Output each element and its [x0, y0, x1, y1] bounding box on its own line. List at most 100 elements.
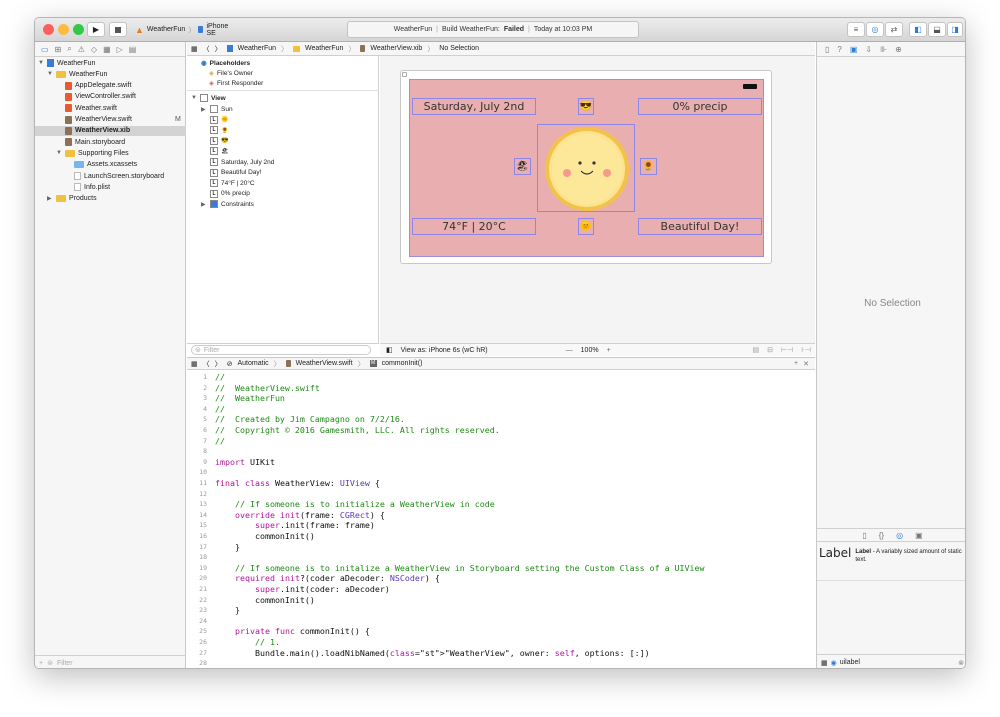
precip-label[interactable]: 0% precip — [638, 98, 762, 115]
debug-icon[interactable]: ▦ — [103, 45, 111, 54]
hierarchy-icon[interactable]: ⊞ — [55, 45, 62, 54]
outline-item[interactable]: L 🏖 — [201, 146, 232, 156]
code-line[interactable]: // — [215, 436, 225, 446]
navigator-item[interactable]: Assets.xcassets — [65, 160, 137, 170]
version-editor-button[interactable]: ⇄ — [885, 22, 903, 37]
code-snippet-icon[interactable]: {} — [879, 531, 884, 540]
code-line[interactable]: commonInit() — [215, 531, 315, 541]
back-icon[interactable]: 〈 — [203, 44, 210, 54]
close-editor-icon[interactable]: ✕ — [803, 360, 809, 368]
navigator-item[interactable]: ViewController.swift — [56, 92, 136, 102]
disclosure-icon[interactable]: ▶ — [201, 201, 207, 208]
navigator-item[interactable]: ▼ Supporting Files — [56, 148, 129, 158]
weather-view[interactable]: Saturday, July 2nd 😎 0% precip 🏖 🌻 74°F … — [409, 79, 764, 257]
code-line[interactable]: // Created by Jim Campagno on 7/2/16. — [215, 414, 405, 424]
code-jump-item[interactable]: WeatherView.swift — [296, 360, 353, 367]
report-icon[interactable]: ▤ — [129, 45, 137, 54]
forward-icon[interactable]: 〉 — [215, 359, 222, 369]
view-item[interactable]: ▼ View — [191, 93, 226, 103]
stack-icon[interactable]: ▤ — [753, 346, 760, 354]
resolve-icon[interactable]: ⊦⊣ — [801, 346, 811, 354]
code-line[interactable]: required init?(coder aDecoder: NSCoder) … — [215, 573, 440, 583]
code-line[interactable]: commonInit() — [215, 595, 315, 605]
placeholders-header[interactable]: ◉ Placeholders — [201, 58, 250, 68]
disclosure-icon[interactable]: ▼ — [47, 71, 53, 77]
outline-item[interactable]: ▶ Sun — [201, 104, 233, 114]
sunflower-emoji-label[interactable]: 🌻 — [640, 158, 657, 175]
standard-editor-button[interactable]: ≡ — [847, 22, 865, 37]
media-library-icon[interactable]: ▣ — [915, 531, 923, 540]
minimize-button[interactable] — [58, 24, 69, 35]
disclosure-icon[interactable]: ▶ — [201, 106, 207, 113]
code-line[interactable]: // — [215, 372, 225, 382]
jump-item[interactable]: WeatherFun — [305, 45, 343, 52]
toggle-utilities-button[interactable]: ◨ — [947, 22, 963, 37]
sunglasses-emoji-label[interactable]: 😎 — [578, 98, 594, 115]
temperature-label[interactable]: 74°F | 20°C — [412, 218, 536, 235]
files-owner-item[interactable]: ◈ File's Owner — [209, 68, 253, 78]
navigator-item[interactable]: ▼ WeatherFun — [47, 69, 107, 79]
jump-item[interactable]: WeatherView.xib — [370, 45, 422, 52]
disclosure-icon[interactable]: ▼ — [56, 150, 62, 156]
code-line[interactable]: // — [215, 404, 225, 414]
grid-icon[interactable]: ▦ — [821, 659, 828, 667]
navigator-item[interactable]: WeatherView.xib — [35, 125, 186, 136]
mood-label[interactable]: Beautiful Day! — [638, 218, 762, 235]
interface-builder-canvas[interactable]: Saturday, July 2nd 😎 0% precip 🏖 🌻 74°F … — [380, 56, 815, 343]
library-item-label[interactable]: Label Label - A variably sized amount of… — [819, 546, 965, 578]
stop-button[interactable] — [109, 22, 127, 37]
forward-icon[interactable]: 〉 — [215, 44, 222, 54]
beach-emoji-label[interactable]: 🏖 — [514, 158, 531, 175]
toggle-debug-button[interactable]: ⬓ — [928, 22, 946, 37]
outline-filter[interactable]: ⊜ Filter — [187, 343, 379, 356]
navigator-filter[interactable]: + ⊜ Filter — [35, 655, 186, 668]
outline-item[interactable]: L 🌞 — [201, 115, 231, 125]
code-line[interactable]: } — [215, 605, 240, 615]
library-filter[interactable]: ▦ ◉ uilabel ⊗ — [817, 654, 965, 668]
first-responder-item[interactable]: ◈ First Responder — [209, 78, 263, 88]
outline-toggle-icon[interactable]: ◧ — [386, 346, 393, 354]
code-jump-item[interactable]: Automatic — [238, 360, 269, 367]
code-line[interactable]: super.init(coder: aDecoder) — [215, 584, 390, 594]
back-icon[interactable]: 〈 — [203, 359, 210, 369]
navigator-item[interactable]: LaunchScreen.storyboard — [65, 171, 164, 181]
warning-icon[interactable]: ⚠ — [78, 45, 85, 54]
search-icon[interactable]: ⌕ — [67, 44, 71, 54]
handle-icon[interactable] — [402, 72, 407, 77]
sun-view[interactable] — [537, 124, 635, 212]
code-jump-item[interactable]: commonInit() — [382, 360, 423, 367]
disclosure-icon[interactable]: ▶ — [47, 195, 53, 202]
view-as-selector[interactable]: View as: iPhone 6s (wC hR) — [401, 347, 488, 354]
code-line[interactable]: override init(frame: CGRect) { — [215, 510, 385, 520]
align-icon[interactable]: ⊟ — [767, 346, 773, 354]
help-icon[interactable]: ? — [837, 45, 841, 54]
add-editor-icon[interactable]: + — [794, 360, 798, 367]
close-button[interactable] — [43, 24, 54, 35]
date-label[interactable]: Saturday, July 2nd — [412, 98, 536, 115]
outline-item[interactable]: ▶ Constraints — [201, 199, 254, 209]
navigator-item[interactable]: WeatherView.swift M — [56, 115, 181, 125]
disclosure-icon[interactable]: ▼ — [38, 60, 44, 66]
file-inspector-icon[interactable]: ▯ — [825, 45, 829, 54]
run-button[interactable]: ▶ — [87, 22, 105, 37]
navigator-item[interactable]: ▼ WeatherFun — [38, 58, 95, 68]
add-icon[interactable]: + — [39, 660, 43, 667]
code-editor[interactable]: 1 // 2 // WeatherView.swift 3 // WeatherFun 4 /… — [187, 370, 815, 668]
code-line[interactable]: Bundle.main().loadNibNamed(class="st">"W… — [215, 648, 650, 658]
code-line[interactable]: import UIKit — [215, 457, 275, 467]
assistant-editor-button[interactable]: ◎ — [866, 22, 884, 37]
code-line[interactable]: // Copyright © 2016 Gamesmith, LLC. All … — [215, 425, 500, 435]
test-icon[interactable]: ◇ — [91, 45, 97, 54]
code-line[interactable]: // WeatherView.swift — [215, 383, 320, 393]
navigator-item[interactable]: AppDelegate.swift — [56, 81, 131, 91]
grid-icon[interactable]: ▦ — [191, 45, 198, 53]
code-line[interactable]: // 1. — [215, 637, 280, 647]
toggle-navigator-button[interactable]: ◧ — [909, 22, 927, 37]
code-line[interactable]: // WeatherFun — [215, 393, 285, 403]
grid-icon[interactable]: ▦ — [191, 360, 198, 368]
outline-item[interactable]: L Saturday, July 2nd — [201, 157, 274, 167]
zoom-in-icon[interactable]: + — [607, 347, 611, 354]
file-template-icon[interactable]: ▯ — [862, 531, 866, 540]
code-line[interactable]: final class WeatherView: UIView { — [215, 478, 380, 488]
navigator-item[interactable]: ▶ Products — [47, 194, 97, 204]
